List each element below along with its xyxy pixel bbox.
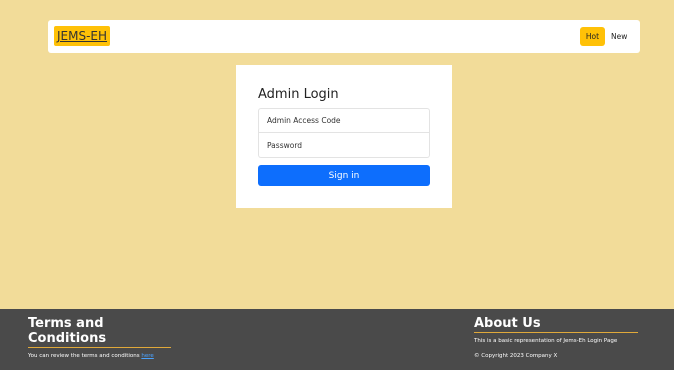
about-text: This is a basic representation of Jems-E… xyxy=(474,338,618,344)
terms-text-body: You can review the terms and conditions xyxy=(28,353,142,359)
top-navbar: JEMS-EH Hot New xyxy=(48,20,640,53)
copyright-text: © Copyright 2023 Company X xyxy=(474,353,558,359)
terms-title: Terms and Conditions xyxy=(28,316,171,348)
terms-text: You can review the terms and conditions … xyxy=(28,353,171,359)
password-input[interactable] xyxy=(258,133,430,158)
login-card: Admin Login Sign in xyxy=(236,65,452,208)
nav-item-new[interactable]: New xyxy=(611,27,627,46)
admin-access-code-input[interactable] xyxy=(258,108,430,133)
terms-section: Terms and Conditions You can review the … xyxy=(28,316,171,359)
sign-in-button[interactable]: Sign in xyxy=(258,165,430,186)
brand-logo-link[interactable]: JEMS-EH xyxy=(54,26,111,46)
login-title: Admin Login xyxy=(258,87,339,102)
footer: Terms and Conditions You can review the … xyxy=(0,309,674,370)
about-title: About Us xyxy=(474,316,638,333)
terms-here-link[interactable]: here xyxy=(141,353,153,359)
about-section: About Us This is a basic representation … xyxy=(474,316,638,359)
nav-item-hot[interactable]: Hot xyxy=(580,27,605,46)
